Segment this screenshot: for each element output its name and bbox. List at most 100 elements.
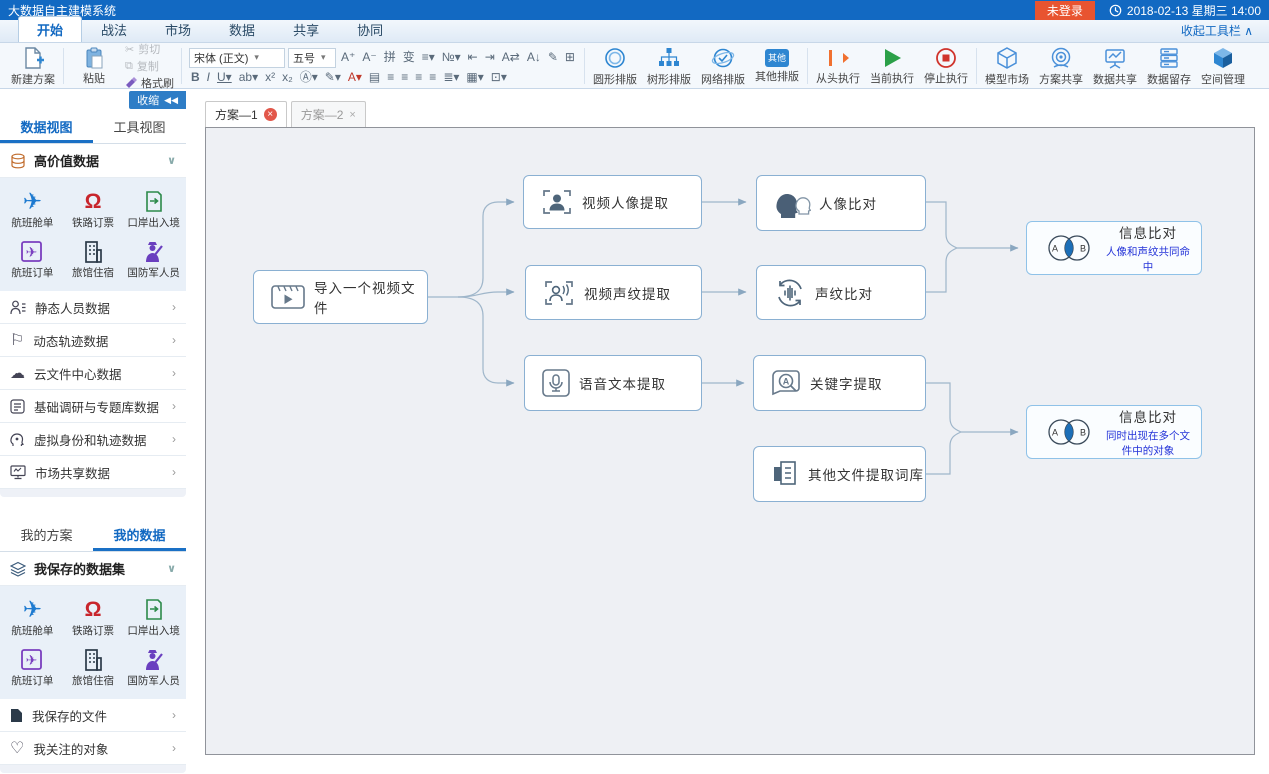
menu-tab-collab[interactable]: 协同 [338, 16, 402, 42]
chevron-right-icon: › [172, 708, 176, 722]
align-left-icon[interactable]: ≡ [385, 70, 396, 85]
circle-layout-button[interactable]: 圆形排版 [588, 45, 642, 87]
tab-my-plans[interactable]: 我的方案 [0, 519, 93, 551]
tab-data-view[interactable]: 数据视图 [0, 111, 93, 143]
font-size-select[interactable]: 五号 ▾ [288, 48, 336, 68]
close-tab-icon[interactable]: × [349, 109, 355, 121]
model-market-button[interactable]: 模型市场 [980, 45, 1034, 87]
sidebar-collapse-button[interactable]: 收缩 ◀◀ [129, 91, 186, 109]
highlight-icon[interactable]: ✎▾ [323, 70, 343, 85]
run-from-start-button[interactable]: 从头执行 [811, 45, 865, 87]
font-color-icon[interactable]: A▾ [346, 70, 364, 85]
char-shading-icon[interactable]: ▤ [367, 70, 382, 85]
cut-button[interactable]: ✂ 剪切 [121, 41, 178, 57]
change-case-icon[interactable]: 变 [401, 50, 417, 65]
shading-icon[interactable]: ▦▾ [464, 70, 485, 85]
bullets-icon[interactable]: ≡▾ [420, 50, 437, 65]
phonetic-guide-icon[interactable]: 拼 [382, 50, 398, 65]
sidebar-item-virtual-identity[interactable]: 虚拟身份和轨迹数据 › [0, 423, 186, 456]
node-import-video[interactable]: 导入一个视频文件 [253, 270, 428, 324]
section-saved-datasets[interactable]: 我保存的数据集 ∨ [0, 552, 186, 586]
node-info-compare-1[interactable]: A B 信息比对 人像和声纹共同命中 [1026, 221, 1202, 275]
copy-button[interactable]: ⧉ 复制 [121, 58, 178, 74]
dataset-military-personnel[interactable]: 国防军人员 [123, 233, 184, 283]
close-tab-icon[interactable]: × [264, 108, 277, 121]
menu-tab-data[interactable]: 数据 [210, 16, 274, 42]
chevron-right-icon: › [172, 333, 176, 347]
sidebar-item-cloud-file-center[interactable]: ☁ 云文件中心数据 › [0, 357, 186, 390]
space-mgmt-button[interactable]: 空间管理 [1196, 45, 1250, 87]
font-name-select[interactable]: 宋体 (正文) ▾ [189, 48, 285, 68]
dataset-rail-ticket[interactable]: Ω 铁路订票 [63, 183, 124, 233]
node-speech-text-extract[interactable]: 语音文本提取 [524, 355, 702, 411]
stop-run-button[interactable]: 停止执行 [919, 45, 973, 87]
collapse-toolbar-button[interactable]: 收起工具栏 ∧ [1165, 19, 1269, 42]
node-face-compare[interactable]: 人像比对 [756, 175, 926, 231]
line-spacing-icon[interactable]: ≣▾ [441, 70, 461, 85]
char-border-icon[interactable]: Ⓐ▾ [298, 70, 320, 85]
data-retention-button[interactable]: 数据留存 [1142, 45, 1196, 87]
align-center-icon[interactable]: ≡ [399, 70, 410, 85]
tree-layout-button[interactable]: 树形排版 [642, 45, 696, 87]
show-marks-icon[interactable]: ✎ [546, 50, 560, 65]
airplane-icon: ✈ [23, 187, 42, 214]
menu-tab-share[interactable]: 共享 [274, 16, 338, 42]
indent-icon[interactable]: ⇥ [483, 50, 497, 65]
borders-icon[interactable]: ⊡▾ [489, 70, 509, 85]
sidebar-item-static-personnel[interactable]: 静态人员数据 › [0, 291, 186, 324]
sidebar-item-followed-objects[interactable]: ♡ 我关注的对象 › [0, 732, 186, 765]
other-layout-button[interactable]: 其他 其他排版 [750, 45, 804, 87]
grow-font-icon[interactable]: A⁺ [339, 50, 357, 65]
sidebar-item-market-shared-data[interactable]: 市场共享数据 › [0, 456, 186, 489]
insert-table-icon[interactable]: ⊞ [563, 50, 577, 65]
strikethrough-icon[interactable]: ab▾ [237, 70, 260, 85]
superscript-icon[interactable]: x² [263, 70, 277, 85]
menu-tab-market[interactable]: 市场 [146, 16, 210, 42]
section-high-value-data[interactable]: 高价值数据 ∨ [0, 144, 186, 178]
sidebar-item-basic-research[interactable]: 基础调研与专题库数据 › [0, 390, 186, 423]
run-current-button[interactable]: 当前执行 [865, 45, 919, 87]
node-other-files-lexicon[interactable]: 其他文件提取词库 [753, 446, 926, 502]
menu-tab-tactics[interactable]: 战法 [82, 16, 146, 42]
dataset-flight-order[interactable]: ✈ 航班订单 [2, 641, 63, 691]
paste-button[interactable]: 粘贴 [67, 45, 121, 87]
sort-icon[interactable]: A↓ [525, 50, 543, 65]
node-voice-compare[interactable]: 声纹比对 [756, 265, 926, 320]
network-layout-button[interactable]: 网络排版 [696, 45, 750, 87]
dataset-flight-order[interactable]: ✈ 航班订单 [2, 233, 63, 283]
dataset-flight-manifest[interactable]: ✈ 航班舱单 [2, 591, 63, 641]
subscript-icon[interactable]: x₂ [280, 70, 295, 85]
shrink-font-icon[interactable]: A⁻ [360, 50, 378, 65]
plan-tab-1[interactable]: 方案—1 × [205, 101, 287, 127]
numbering-icon[interactable]: №▾ [440, 50, 463, 65]
menu-tab-start[interactable]: 开始 [18, 16, 82, 42]
node-video-voice-extract[interactable]: 视频声纹提取 [525, 265, 702, 320]
dataset-rail-ticket[interactable]: Ω 铁路订票 [63, 591, 124, 641]
tab-my-data[interactable]: 我的数据 [93, 519, 186, 551]
node-keyword-extract[interactable]: A 关键字提取 [753, 355, 926, 411]
dataset-hotel-stay[interactable]: 旅馆住宿 [63, 233, 124, 283]
align-justify-icon[interactable]: ≡ [427, 70, 438, 85]
plan-share-button[interactable]: 方案共享 [1034, 45, 1088, 87]
new-plan-button[interactable]: 新建方案 [6, 45, 60, 87]
bold-icon[interactable]: B [189, 70, 202, 85]
plan-tab-2[interactable]: 方案—2 × [291, 101, 366, 127]
dataset-border-entry-exit[interactable]: 口岸出入境 [123, 591, 184, 641]
dataset-border-entry-exit[interactable]: 口岸出入境 [123, 183, 184, 233]
dataset-military-personnel[interactable]: 国防军人员 [123, 641, 184, 691]
tab-tool-view[interactable]: 工具视图 [93, 111, 186, 143]
sidebar-item-dynamic-track[interactable]: ⚐ 动态轨迹数据 › [0, 324, 186, 357]
outdent-icon[interactable]: ⇤ [466, 50, 480, 65]
underline-icon[interactable]: U▾ [215, 70, 234, 85]
sidebar-item-saved-files[interactable]: 我保存的文件 › [0, 699, 186, 732]
italic-icon[interactable]: I [205, 70, 212, 85]
dataset-flight-manifest[interactable]: ✈ 航班舱单 [2, 183, 63, 233]
login-status-badge[interactable]: 未登录 [1035, 1, 1095, 20]
data-share-button[interactable]: 数据共享 [1088, 45, 1142, 87]
flow-canvas[interactable]: 导入一个视频文件 视频人像提取 [205, 127, 1255, 755]
char-spacing-icon[interactable]: A⇄ [500, 50, 522, 65]
node-video-face-extract[interactable]: 视频人像提取 [523, 175, 702, 229]
node-info-compare-2[interactable]: A B 信息比对 同时出现在多个文件中的对象 [1026, 405, 1202, 459]
dataset-hotel-stay[interactable]: 旅馆住宿 [63, 641, 124, 691]
align-right-icon[interactable]: ≡ [413, 70, 424, 85]
